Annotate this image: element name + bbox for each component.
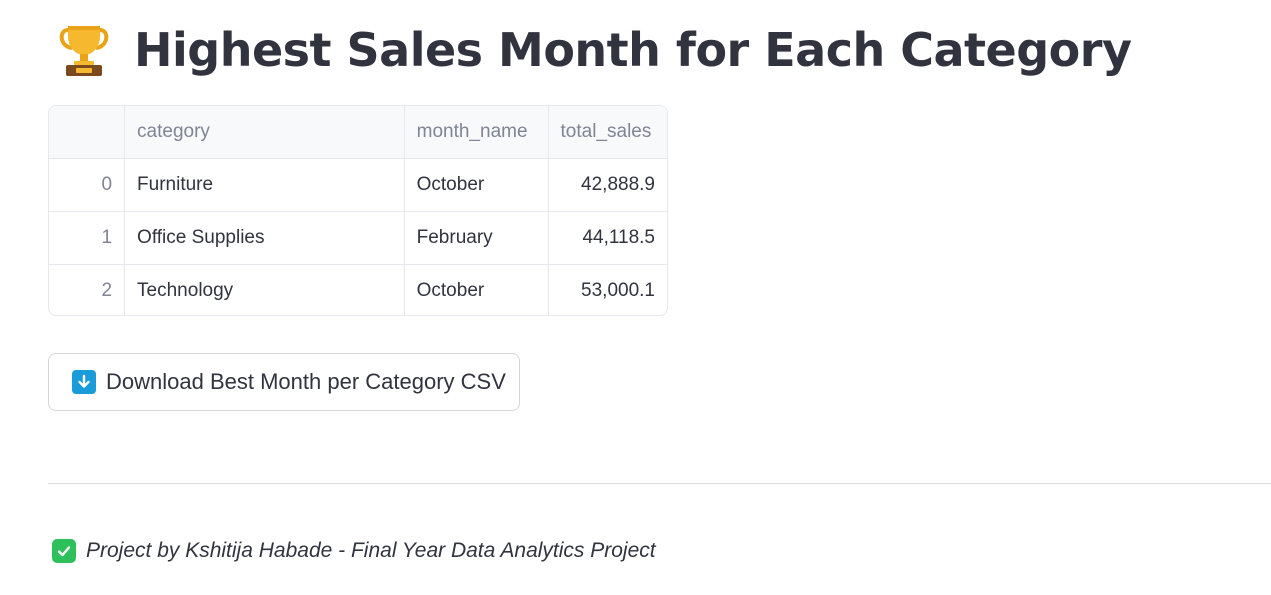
check-mark-icon (52, 539, 76, 563)
divider (48, 483, 1271, 484)
footer-credit-text: Project by Kshitija Habade - Final Year … (86, 539, 656, 562)
cell-category[interactable]: Office Supplies (124, 211, 405, 265)
row-index[interactable]: 2 (49, 264, 126, 315)
row-index[interactable]: 1 (49, 211, 126, 265)
cell-total-sales[interactable]: 53,000.1 (548, 265, 667, 316)
table-row: 0 Furniture October 42,888.9 (49, 158, 667, 212)
download-csv-button[interactable]: Download Best Month per Category CSV (48, 353, 520, 411)
table-row: 1 Office Supplies February 44,118.5 (49, 211, 667, 265)
table-header-row: category month_name total_sales (49, 106, 667, 159)
header-month-name[interactable]: month_name (404, 106, 549, 159)
cell-month-name[interactable]: October (404, 264, 549, 315)
footer: Project by Kshitija Habade - Final Year … (52, 536, 656, 566)
table-row: 2 Technology October 53,000.1 (49, 264, 667, 316)
title-row: Highest Sales Month for Each Category (56, 14, 1132, 86)
cell-category[interactable]: Furniture (124, 158, 405, 212)
download-button-label: Download Best Month per Category CSV (106, 369, 506, 394)
cell-month-name[interactable]: February (404, 211, 549, 265)
cell-total-sales[interactable]: 44,118.5 (548, 211, 667, 265)
down-arrow-icon (72, 370, 96, 394)
page-title: Highest Sales Month for Each Category (134, 23, 1132, 77)
header-category[interactable]: category (124, 106, 405, 159)
cell-category[interactable]: Technology (124, 264, 405, 315)
trophy-icon (56, 22, 112, 78)
header-total-sales[interactable]: total_sales (548, 106, 667, 159)
cell-month-name[interactable]: October (404, 158, 549, 212)
cell-total-sales[interactable]: 42,888.9 (548, 158, 667, 212)
dataframe-table[interactable]: category month_name total_sales 0 Furnit… (48, 105, 668, 316)
row-index[interactable]: 0 (49, 158, 126, 212)
app-page: Highest Sales Month for Each Category ca… (0, 0, 1271, 595)
header-index[interactable] (49, 106, 126, 159)
